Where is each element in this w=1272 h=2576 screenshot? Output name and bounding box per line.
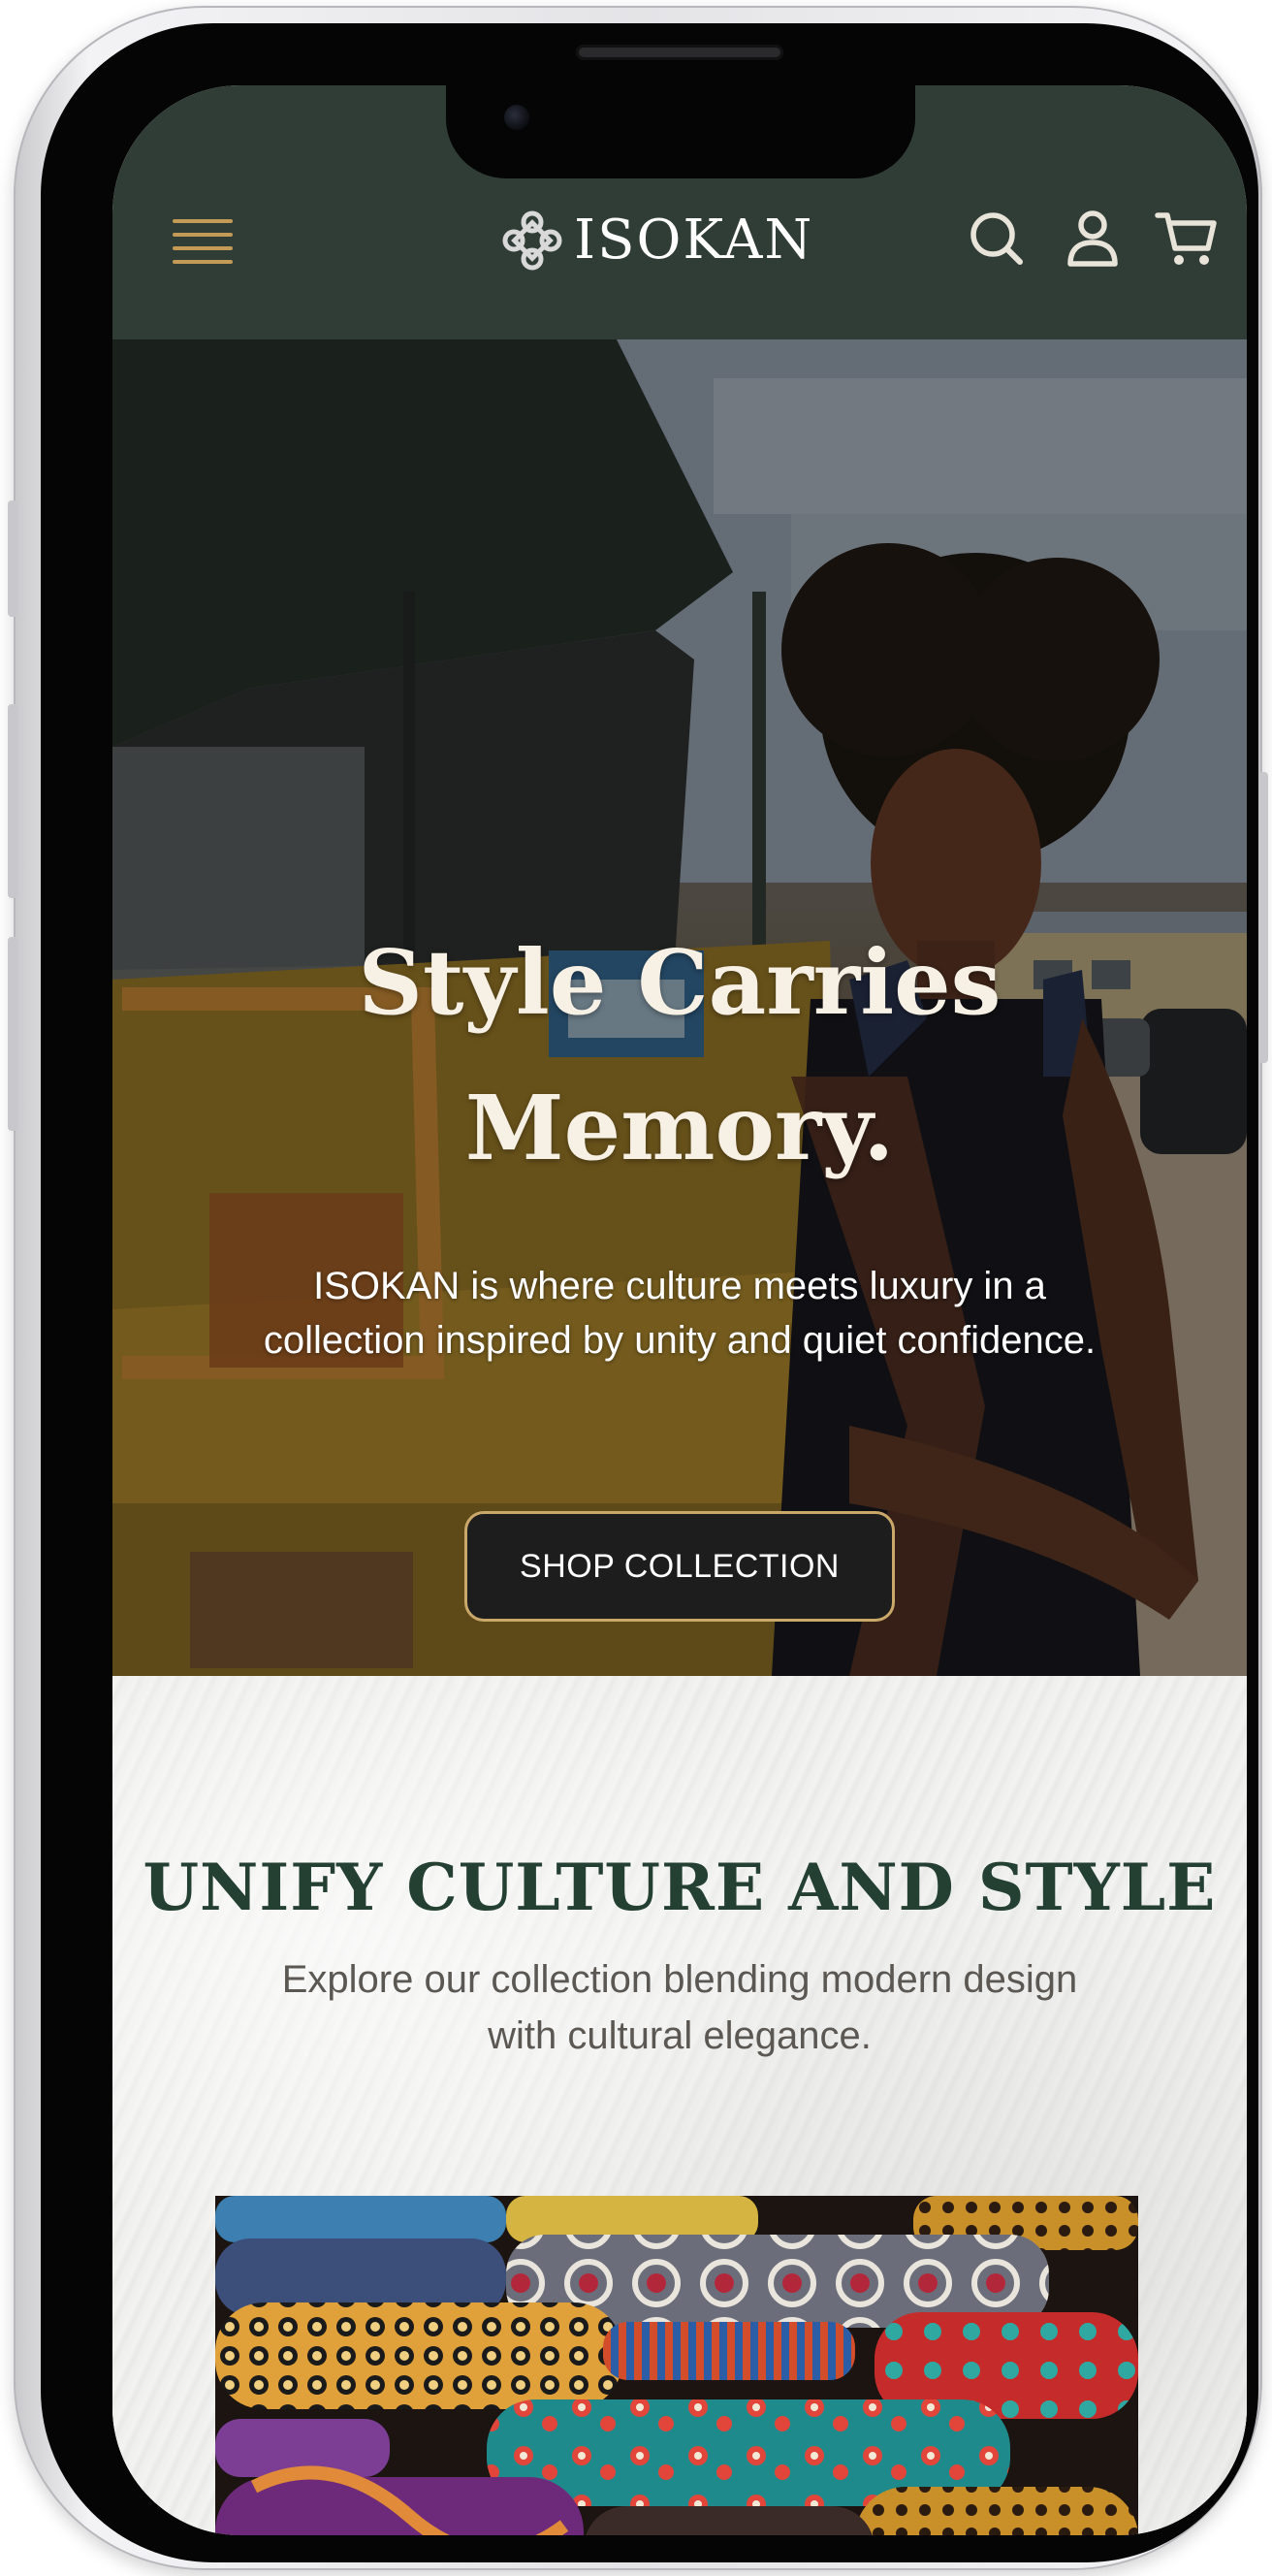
hero-title-line-2: Memory. bbox=[464, 1076, 895, 1180]
user-icon[interactable] bbox=[1059, 206, 1127, 274]
hero-subtitle-line-2: collection inspired by unity and quiet c… bbox=[263, 1319, 1097, 1362]
collection-title: UNIFY CULTURE AND STYLE bbox=[143, 1850, 1217, 1925]
hamburger-menu-icon[interactable] bbox=[173, 219, 233, 264]
shopping-cart-icon[interactable] bbox=[1154, 206, 1222, 274]
shop-collection-button[interactable]: SHOP COLLECTION bbox=[464, 1511, 895, 1622]
volume-up-button bbox=[8, 704, 17, 898]
knot-emblem-icon bbox=[502, 210, 562, 271]
collection-section: UNIFY CULTURE AND STYLE Explore our coll… bbox=[112, 1676, 1247, 2535]
front-camera bbox=[504, 105, 529, 130]
fabric-collection-image[interactable] bbox=[215, 2196, 1138, 2535]
collection-subtitle-line-1: Explore our collection blending modern d… bbox=[281, 1958, 1078, 2001]
search-icon[interactable] bbox=[964, 206, 1032, 274]
phone-bezel: ISOKAN Style Carries Memory. ISOKAN is w… bbox=[41, 23, 1258, 2562]
mute-switch bbox=[8, 500, 17, 617]
earpiece-speaker bbox=[576, 45, 783, 60]
collection-subtitle: Explore our collection blending modern d… bbox=[171, 1951, 1189, 2064]
volume-down-button bbox=[8, 937, 17, 1131]
brand-name: ISOKAN bbox=[574, 209, 814, 272]
fabric-rolls-photo bbox=[215, 2196, 1138, 2535]
notch bbox=[446, 85, 915, 178]
hero-title: Style Carries Memory. bbox=[112, 910, 1247, 1201]
hero-subtitle: ISOKAN is where culture meets luxury in … bbox=[151, 1259, 1208, 1368]
brand-logo[interactable]: ISOKAN bbox=[500, 206, 813, 275]
screen: ISOKAN Style Carries Memory. ISOKAN is w… bbox=[112, 85, 1247, 2535]
hero-subtitle-line-1: ISOKAN is where culture meets luxury in … bbox=[313, 1265, 1046, 1307]
collection-subtitle-line-2: with cultural elegance. bbox=[488, 2014, 872, 2057]
hero-banner: Style Carries Memory. ISOKAN is where cu… bbox=[112, 339, 1247, 1676]
power-button bbox=[1258, 772, 1268, 1063]
hero-title-line-1: Style Carries bbox=[358, 930, 1002, 1035]
phone-frame: ISOKAN Style Carries Memory. ISOKAN is w… bbox=[8, 6, 1268, 2570]
